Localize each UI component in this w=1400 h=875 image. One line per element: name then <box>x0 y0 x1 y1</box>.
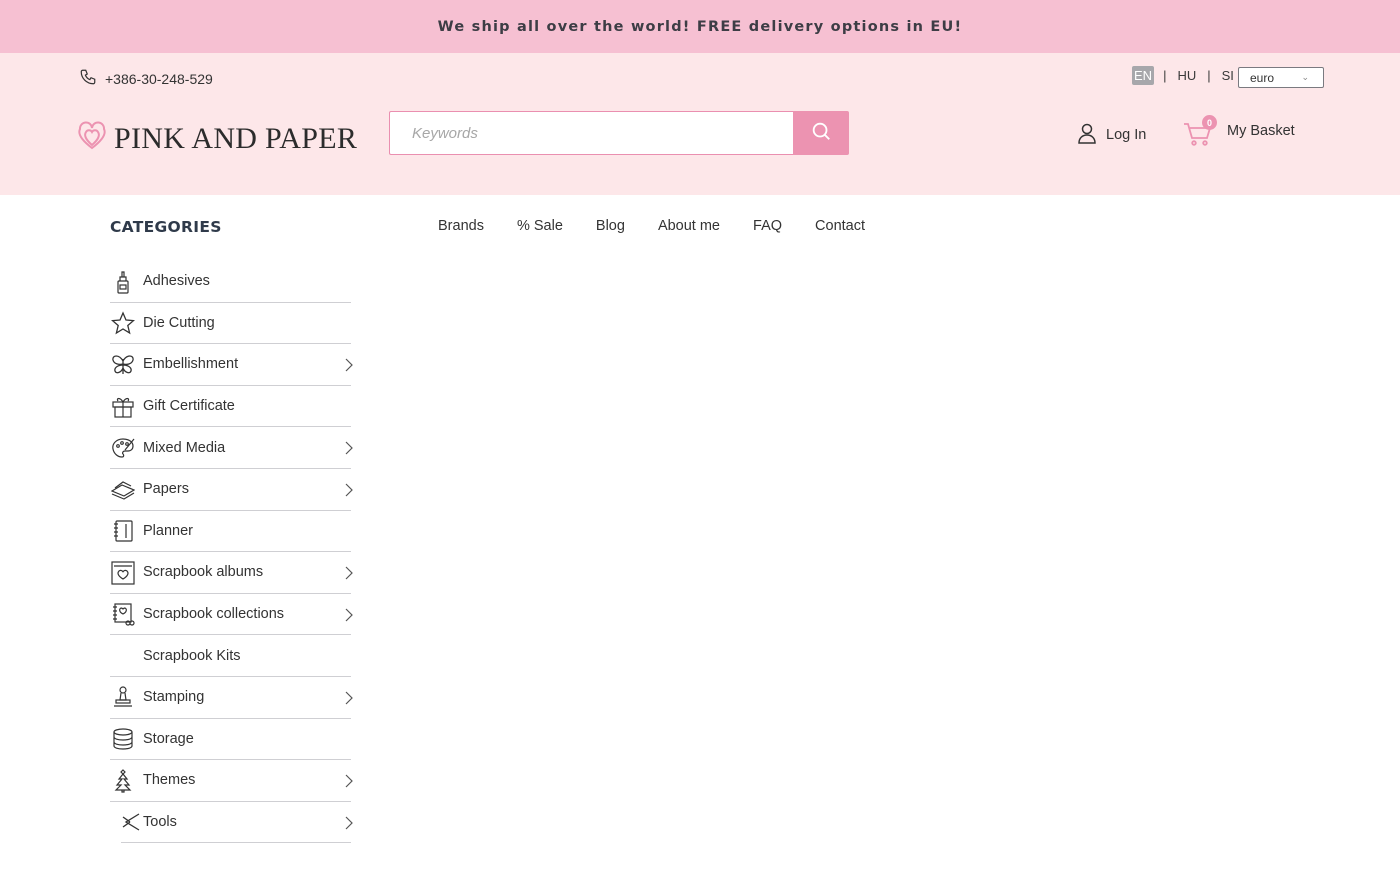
scissors-icon <box>118 810 143 835</box>
currency-value: euro <box>1250 71 1275 85</box>
category-label: Embellishment <box>143 356 239 373</box>
category-label: Papers <box>143 481 189 498</box>
search-input[interactable] <box>389 111 793 155</box>
lang-en[interactable]: EN <box>1132 66 1155 85</box>
search-bar <box>389 111 849 155</box>
basket-count-badge: 0 <box>1202 115 1217 130</box>
category-label: Die Cutting <box>143 314 215 331</box>
album-icon <box>110 560 135 585</box>
category-item[interactable]: Storage <box>110 719 351 761</box>
login-button[interactable]: Log In <box>1077 122 1146 148</box>
chevron-right-icon[interactable] <box>344 608 354 622</box>
chevron-down-icon: ⌄ <box>1301 72 1309 82</box>
language-switcher: EN | HU | SI <box>1132 66 1236 85</box>
category-item[interactable]: Tools <box>118 802 354 844</box>
category-item[interactable]: Gift Certificate <box>110 386 351 428</box>
main-nav: Brands % Sale Blog About me FAQ Contact <box>438 218 865 234</box>
category-item[interactable]: Die Cutting <box>110 303 351 345</box>
nav-contact[interactable]: Contact <box>815 218 865 234</box>
heart-logo-icon <box>76 121 108 156</box>
lang-hu[interactable]: HU <box>1175 66 1198 85</box>
chevron-right-icon[interactable] <box>344 774 354 788</box>
chevron-right-icon[interactable] <box>344 358 354 372</box>
category-label: Storage <box>143 730 194 747</box>
chevron-right-icon[interactable] <box>344 566 354 580</box>
category-item[interactable]: Scrapbook Kits <box>110 635 351 677</box>
storage-icon <box>110 727 135 752</box>
category-label: Themes <box>143 772 196 789</box>
butterfly-icon <box>110 352 135 377</box>
shipping-banner-text: We ship all over the world! FREE deliver… <box>437 18 963 35</box>
nav-sale[interactable]: % Sale <box>517 218 563 234</box>
category-item[interactable]: Mixed Media <box>110 427 354 469</box>
category-label: Scrapbook Kits <box>143 647 241 664</box>
tree-icon <box>110 768 135 793</box>
gift-icon <box>110 394 135 419</box>
search-icon <box>810 120 832 147</box>
category-item[interactable]: Adhesives <box>110 261 351 303</box>
nav-blog[interactable]: Blog <box>596 218 625 234</box>
category-item[interactable]: Embellishment <box>110 344 354 386</box>
categories-title: CATEGORIES <box>110 218 222 236</box>
category-label: Scrapbook albums <box>143 564 264 581</box>
chevron-right-icon[interactable] <box>344 483 354 497</box>
chevron-right-icon[interactable] <box>344 816 354 830</box>
category-item[interactable]: Papers <box>110 469 354 511</box>
category-item[interactable]: Planner <box>110 511 351 553</box>
logo-text: PINK AND PAPER <box>114 121 358 155</box>
category-label: Mixed Media <box>143 439 226 456</box>
category-item[interactable]: Stamping <box>110 677 354 719</box>
lang-separator: | <box>1207 68 1211 83</box>
category-item[interactable]: Scrapbook albums <box>110 552 354 594</box>
shipping-banner: We ship all over the world! FREE deliver… <box>0 0 1400 53</box>
phone-contact[interactable]: +386-30-248-529 <box>79 68 213 89</box>
category-label: Planner <box>143 522 193 539</box>
category-label: Gift Certificate <box>143 398 235 415</box>
nav-faq[interactable]: FAQ <box>753 218 782 234</box>
category-label: Adhesives <box>143 273 210 290</box>
stamp-icon <box>110 685 135 710</box>
basket-label: My Basket <box>1227 123 1295 139</box>
category-label: Tools <box>143 814 177 831</box>
user-icon <box>1077 122 1097 148</box>
basket-button[interactable]: 0 My Basket <box>1183 115 1295 147</box>
cart-icon: 0 <box>1183 115 1217 147</box>
notebook-icon <box>110 519 135 544</box>
search-button[interactable] <box>793 111 849 155</box>
glue-icon <box>110 269 135 294</box>
site-header: +386-30-248-529 EN | HU | SI euro ⌄ PINK… <box>0 53 1400 195</box>
category-item[interactable]: Themes <box>110 760 354 802</box>
currency-select[interactable]: euro ⌄ <box>1238 67 1324 88</box>
lang-separator: | <box>1163 68 1167 83</box>
category-label: Scrapbook collections <box>143 606 285 623</box>
chevron-right-icon[interactable] <box>344 441 354 455</box>
chevron-right-icon[interactable] <box>344 691 354 705</box>
category-list: Adhesives Die Cutting Embellishment Gift Ce… <box>110 261 354 844</box>
star-icon <box>110 311 135 336</box>
nav-about-me[interactable]: About me <box>658 218 720 234</box>
category-label: Stamping <box>143 689 205 706</box>
nav-brands[interactable]: Brands <box>438 218 484 234</box>
collection-icon <box>110 602 135 627</box>
phone-icon <box>79 68 97 89</box>
lang-si[interactable]: SI <box>1220 66 1236 85</box>
login-label: Log In <box>1106 127 1147 143</box>
paper-stack-icon <box>110 477 135 502</box>
category-item[interactable]: Scrapbook collections <box>110 594 354 636</box>
palette-icon <box>110 435 135 460</box>
phone-number: +386-30-248-529 <box>105 70 213 87</box>
site-logo[interactable]: PINK AND PAPER <box>76 121 357 156</box>
